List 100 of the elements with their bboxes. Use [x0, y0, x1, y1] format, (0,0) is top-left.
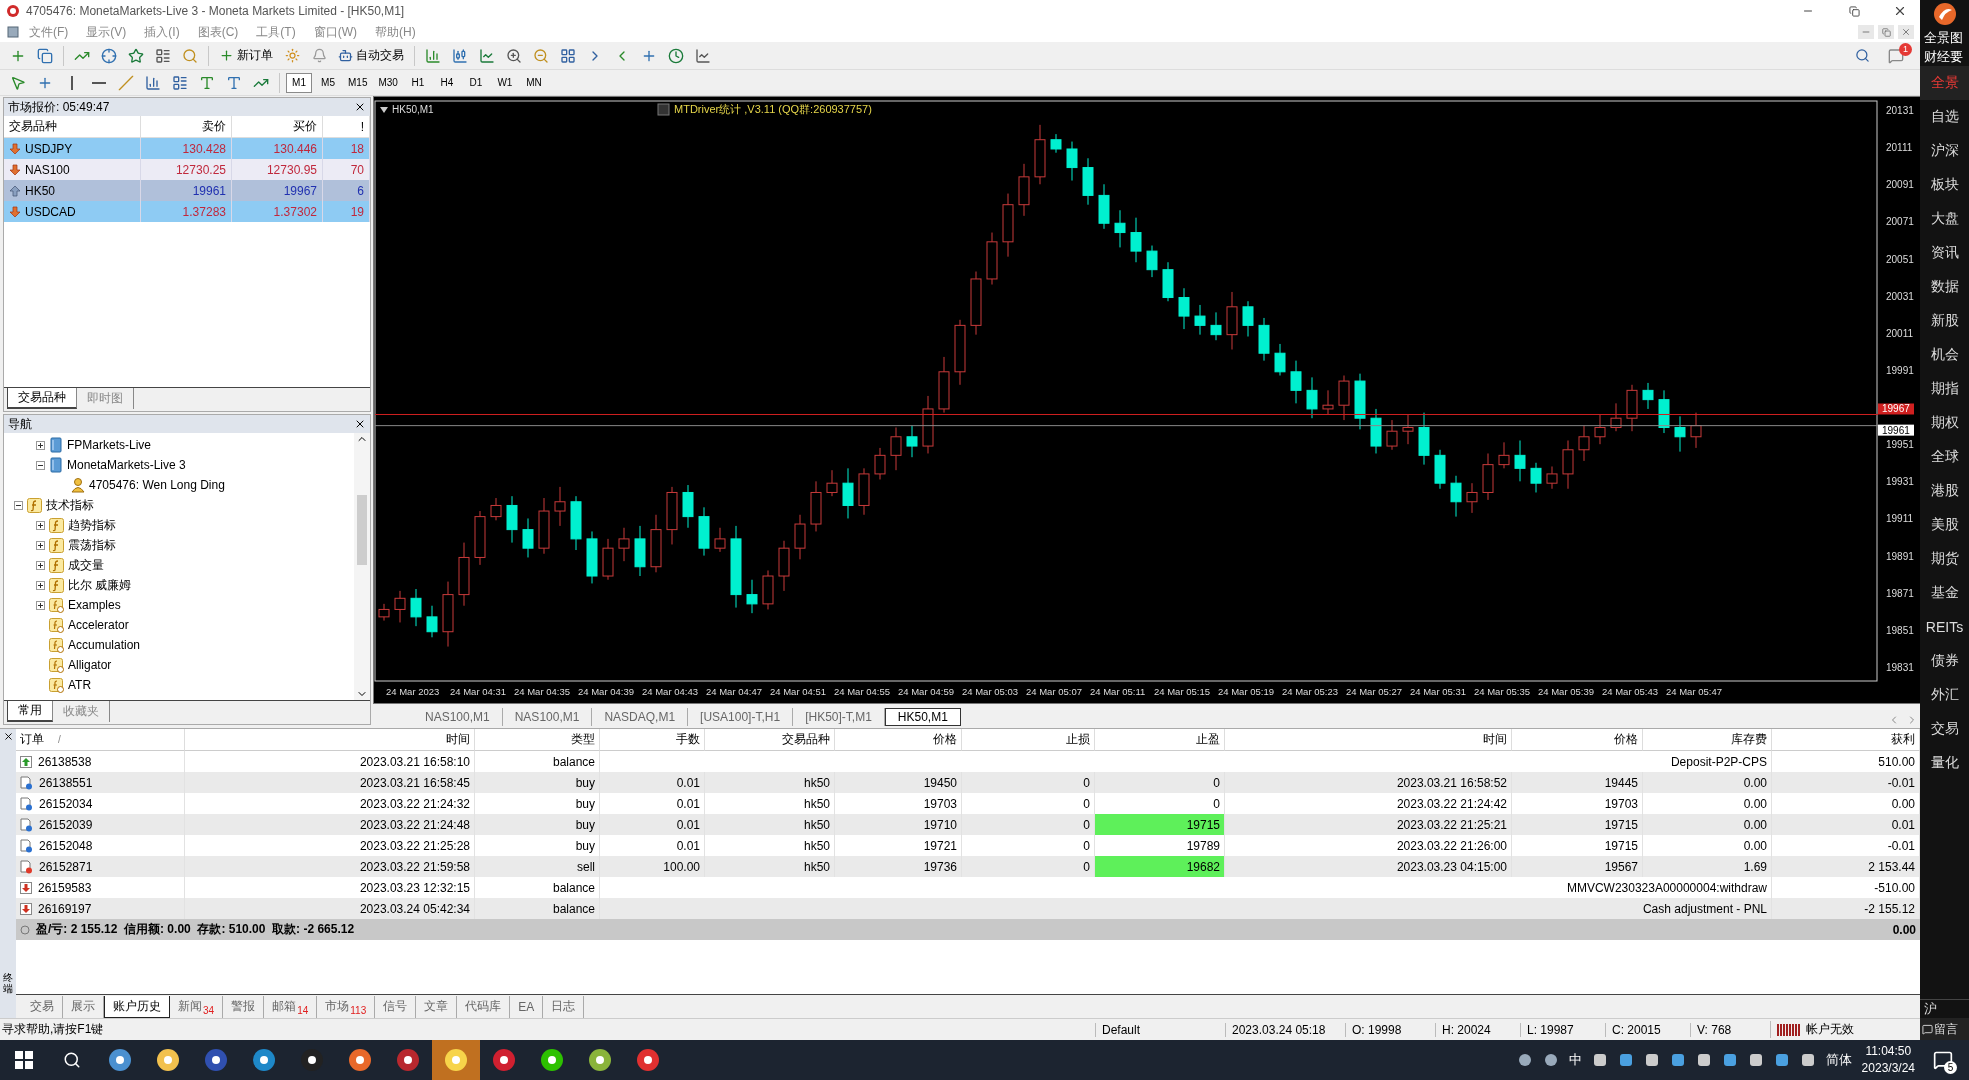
- side-menu-item[interactable]: 全球: [1920, 440, 1969, 474]
- message-button[interactable]: 留言: [1920, 1018, 1969, 1040]
- side-menu-item[interactable]: 外汇: [1920, 678, 1969, 712]
- menu-item[interactable]: 显示(V): [77, 23, 136, 41]
- side-menu-item[interactable]: 量化: [1920, 746, 1969, 780]
- auto-trading-button[interactable]: 自动交易: [334, 44, 408, 67]
- symbol-cell[interactable]: NAS100: [4, 159, 141, 180]
- menu-item[interactable]: 帮助(H): [366, 23, 425, 41]
- table-cell: 2023.03.21 16:58:52: [1225, 772, 1512, 793]
- new-order-button[interactable]: 新订单: [215, 44, 277, 67]
- side-menu-item[interactable]: 新股: [1920, 304, 1969, 338]
- notification-button[interactable]: 5: [1925, 1042, 1961, 1078]
- menu-item[interactable]: 图表(C): [188, 23, 248, 41]
- chart-tab[interactable]: HK50,M1: [884, 708, 961, 726]
- timeframe-button[interactable]: H1: [404, 72, 431, 93]
- table-cell: Cash adjustment - PNL: [600, 898, 1772, 919]
- time-tick: 24 Mar 04:55: [834, 686, 890, 697]
- table-cell: buy: [475, 814, 600, 835]
- side-menu-item[interactable]: 基金: [1920, 576, 1969, 610]
- side-menu-item[interactable]: 港股: [1920, 474, 1969, 508]
- tree-item[interactable]: 震荡指标: [4, 535, 354, 555]
- menu-item[interactable]: 窗口(W): [304, 23, 366, 41]
- side-menu-item[interactable]: 期权: [1920, 406, 1969, 440]
- order-cell[interactable]: 26152039: [16, 814, 185, 835]
- terminal-tab[interactable]: 账户历史: [104, 995, 170, 1018]
- timeframe-button[interactable]: M5: [315, 72, 341, 93]
- summary-text: 盈/亏: 2 155.12 信用额: 0.00 存款: 510.00 取款: -2 665.12: [36, 921, 356, 938]
- table-cell: 0: [962, 814, 1095, 835]
- side-menu-item[interactable]: 资讯: [1920, 236, 1969, 270]
- chart-tab[interactable]: NAS100,M1: [502, 708, 593, 726]
- tree-item[interactable]: FPMarkets-Live: [4, 435, 354, 455]
- side-menu-item[interactable]: 交易: [1920, 712, 1969, 746]
- terminal-tab[interactable]: 文章: [416, 995, 458, 1018]
- symbol-cell[interactable]: USDCAD: [4, 201, 141, 222]
- chart-tab[interactable]: [USA100]-T,H1: [688, 708, 794, 726]
- timeframe-button[interactable]: MN: [520, 72, 547, 93]
- table-cell: 1.69: [1643, 856, 1772, 877]
- table-cell: 19961: [141, 180, 232, 201]
- side-menu-item[interactable]: 沪深: [1920, 134, 1969, 168]
- side-header-text: 财经要: [1923, 48, 1964, 66]
- symbol-cell[interactable]: HK50: [4, 180, 141, 201]
- menu-item[interactable]: 工具(T): [247, 23, 305, 41]
- timeframe-button[interactable]: W1: [491, 72, 518, 93]
- chart-tab[interactable]: NASDAQ,M1: [592, 708, 689, 726]
- panel-tab[interactable]: 常用: [7, 701, 53, 722]
- side-menu-item[interactable]: 自选: [1920, 100, 1969, 134]
- tree-item[interactable]: 4705476: Wen Long Ding: [4, 475, 354, 495]
- table-cell: hk50: [705, 856, 835, 877]
- tree-item[interactable]: Accumulation: [4, 635, 354, 655]
- tree-item[interactable]: 比尔 威廉姆: [4, 575, 354, 595]
- table-cell: 1.37302: [232, 201, 323, 222]
- table-cell: 0.00: [1643, 772, 1772, 793]
- time-tick: 24 Mar 05:35: [1474, 686, 1530, 697]
- side-menu-item[interactable]: REITs: [1920, 610, 1969, 644]
- side-menu-item[interactable]: 机会: [1920, 338, 1969, 372]
- tree-item[interactable]: Alligator: [4, 655, 354, 675]
- side-menu-item[interactable]: 板块: [1920, 168, 1969, 202]
- terminal-tab[interactable]: 警报: [223, 995, 265, 1018]
- side-menu-item[interactable]: 大盘: [1920, 202, 1969, 236]
- table-cell: -2 155.12: [1772, 898, 1920, 919]
- order-cell[interactable]: 26138551: [16, 772, 185, 793]
- price-tick: 20111: [1886, 142, 1913, 154]
- tree-item[interactable]: 趋势指标: [4, 515, 354, 535]
- timeframe-button[interactable]: D1: [462, 72, 489, 93]
- order-cell[interactable]: 26169197: [16, 898, 185, 919]
- tree-item[interactable]: 技术指标: [4, 495, 354, 515]
- tree-item[interactable]: ATR: [4, 675, 354, 695]
- side-menu-item[interactable]: 债券: [1920, 644, 1969, 678]
- side-menu-item[interactable]: 期货: [1920, 542, 1969, 576]
- order-cell[interactable]: 26152871: [16, 856, 185, 877]
- terminal-tab[interactable]: 代码库: [457, 995, 511, 1018]
- chart-tab[interactable]: NAS100,M1: [413, 708, 503, 726]
- price-tick: 19951: [1886, 439, 1914, 451]
- timeframe-button[interactable]: M1: [286, 72, 312, 93]
- side-menu-item[interactable]: 美股: [1920, 508, 1969, 542]
- price-tick: 19911: [1886, 513, 1914, 525]
- terminal-tab[interactable]: 日志: [543, 995, 585, 1018]
- price-tick: 20091: [1886, 179, 1914, 191]
- timeframe-button[interactable]: M15: [344, 72, 372, 93]
- timeframe-button[interactable]: M30: [374, 72, 402, 93]
- terminal-tab[interactable]: EA: [510, 995, 544, 1018]
- terminal-tab[interactable]: 信号: [375, 995, 417, 1018]
- timeframe-button[interactable]: H4: [433, 72, 460, 93]
- menu-item[interactable]: 文件(F): [20, 23, 78, 41]
- tree-item[interactable]: 成交量: [4, 555, 354, 575]
- clock: 11:04:50 2023/3/24: [1861, 1043, 1915, 1077]
- table-cell: 0.01: [600, 814, 705, 835]
- tree-item[interactable]: Examples: [4, 595, 354, 615]
- tree-item[interactable]: Accelerator: [4, 615, 354, 635]
- chart-tab[interactable]: [HK50]-T,M1: [793, 708, 885, 726]
- table-cell: 12730.25: [141, 159, 232, 180]
- time-tick: 24 Mar 04:31: [450, 686, 506, 697]
- menu-item[interactable]: 插入(I): [135, 23, 189, 41]
- terminal-tab[interactable]: 交易: [22, 995, 63, 1018]
- side-menu-item[interactable]: 期指: [1920, 372, 1969, 406]
- symbol-cell[interactable]: USDJPY: [4, 138, 141, 159]
- side-menu-item[interactable]: 数据: [1920, 270, 1969, 304]
- tree-item[interactable]: MonetaMarkets-Live 3: [4, 455, 354, 475]
- side-menu-item[interactable]: 全景: [1920, 66, 1969, 100]
- panel-tab[interactable]: 交易品种: [7, 388, 77, 409]
